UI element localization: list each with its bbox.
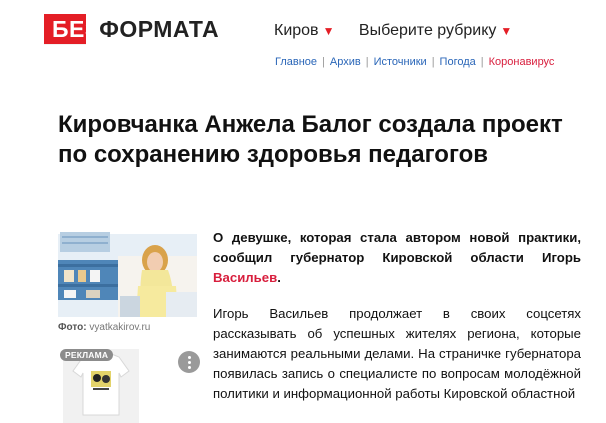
article-photo[interactable] xyxy=(58,226,197,317)
sublink-main[interactable]: Главное xyxy=(275,56,317,68)
city-dropdown-label: Киров xyxy=(274,22,319,39)
sublink-sources[interactable]: Источники xyxy=(374,56,427,68)
logo-part-b: ФОРМАТА xyxy=(99,16,220,42)
site-logo[interactable]: БЕЗФОРМАТА xyxy=(44,14,219,44)
lead-governor-link[interactable]: Васильев xyxy=(213,270,277,285)
city-dropdown[interactable]: Киров ▼ xyxy=(274,22,334,40)
article-body: Игорь Васильев продолжает в своих соцсет… xyxy=(213,306,581,401)
sub-navigation: Главное | Архив | Источники | Погода | Коронавир… xyxy=(275,56,554,68)
article-lead: О девушке, которая стала автором новой п… xyxy=(213,228,581,288)
sublink-archive[interactable]: Архив xyxy=(330,56,361,68)
ad-badge: РЕКЛАМА xyxy=(60,349,114,361)
rubric-dropdown-label: Выберите рубрику xyxy=(358,22,497,39)
separator: | xyxy=(322,56,325,68)
rubric-dropdown[interactable]: Выберите рубрику ▼ xyxy=(359,22,512,40)
triangle-down-icon: ▼ xyxy=(500,24,513,38)
sublink-coronavirus[interactable]: Коронавирус xyxy=(489,56,555,68)
sublink-weather[interactable]: Погода xyxy=(440,56,476,68)
photo-illustration xyxy=(58,226,197,317)
logo-part-a: БЕЗ xyxy=(52,16,100,42)
logo-text: БЕЗФОРМАТА xyxy=(52,14,219,44)
separator: | xyxy=(431,56,435,68)
separator: | xyxy=(480,56,484,68)
more-options-icon[interactable] xyxy=(178,351,200,373)
photo-caption: Фото: vyatkakirov.ru xyxy=(58,322,150,333)
lead-text: О девушке, которая стала автором новой п… xyxy=(213,230,581,265)
photo-caption-label: Фото: xyxy=(58,322,87,333)
separator: | xyxy=(365,56,369,68)
triangle-down-icon: ▼ xyxy=(322,24,335,38)
header-nav: Киров ▼ Выберите рубрику ▼ xyxy=(274,22,512,40)
article-title: Кировчанка Анжела Балог создала проект п… xyxy=(58,111,563,168)
lead-end: . xyxy=(277,270,281,285)
photo-caption-source[interactable]: vyatkakirov.ru xyxy=(89,322,150,333)
